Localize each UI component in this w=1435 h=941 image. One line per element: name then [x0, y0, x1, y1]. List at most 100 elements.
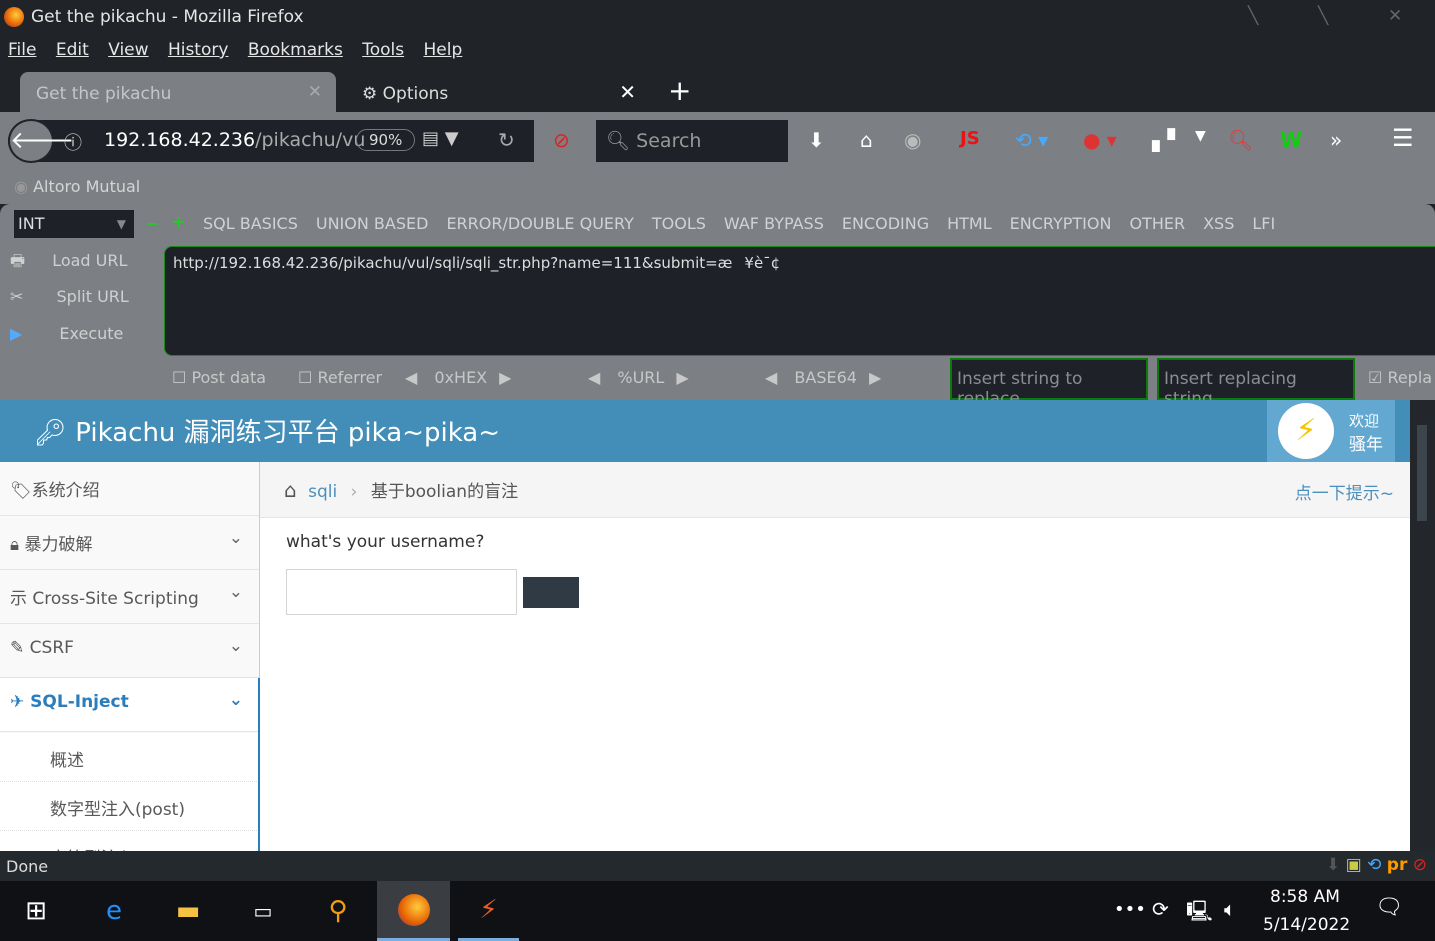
url-converter[interactable]: ◀ %URL ▶ [588, 368, 689, 387]
info-icon[interactable]: ⓘ [64, 129, 82, 155]
key-icon: 🔑︎ [34, 418, 68, 448]
clock-time[interactable]: 8:58 AM [1270, 887, 1340, 907]
tray-app-icon[interactable]: ⟳ [1152, 897, 1169, 921]
base64-converter[interactable]: ◀ BASE64 ▶ [765, 368, 881, 387]
navigation-toolbar: 🡐 ⓘ 192.168.42.236/pikachu/vu 90% ▤ ▼ ↻ … [0, 112, 1435, 204]
replace-string-input[interactable]: Insert string to replace [950, 358, 1148, 409]
search-input[interactable]: 🔍︎ Search [596, 120, 788, 162]
sidebar-item-xss[interactable]: ⽰ Cross-Site Scripting ⌄ [0, 570, 259, 624]
menu-union-based[interactable]: UNION BASED [316, 214, 429, 233]
search-app-icon[interactable]: ⚲ [308, 881, 368, 941]
submit-button[interactable]: 查询 [523, 577, 579, 608]
hackbar-url-textarea[interactable]: http://192.168.42.236/pikachu/vul/sqli/s… [164, 246, 1435, 356]
referrer-checkbox[interactable]: ☐ Referrer [298, 368, 382, 387]
globe-addon-icon[interactable]: ◉ [904, 128, 921, 152]
file-explorer-icon[interactable]: ▬ [158, 881, 218, 941]
shield-w-icon[interactable]: W [1280, 128, 1302, 152]
sidebar-item-intro[interactable]: 🏷︎系统介绍 [0, 462, 259, 516]
menu-encoding[interactable]: ENCODING [842, 214, 929, 233]
sidebar-item-brute-force[interactable]: 🔒︎ 暴力破解 ⌄ [0, 516, 259, 570]
reload-button[interactable]: ↻ [498, 128, 515, 152]
home-icon[interactable]: ⌂ [284, 478, 297, 502]
firefox-taskbar-icon[interactable] [377, 881, 450, 941]
download-icon[interactable]: ⬇ [808, 128, 825, 152]
tab-options[interactable]: ⚙ Options ✕ [346, 72, 646, 112]
red-addon-icon[interactable]: ● ▾ [1083, 128, 1117, 152]
breadcrumb-sqli[interactable]: sqli [308, 482, 337, 502]
scissors-icon: ✂ [10, 287, 24, 306]
more-tray-icon[interactable]: ••• [1114, 899, 1146, 920]
home-icon[interactable]: ⌂ [860, 128, 873, 152]
dropdown-icon[interactable]: ▼ [1195, 128, 1206, 144]
network-icon[interactable]: 🖳︎ [1186, 897, 1213, 931]
burp-icon[interactable]: ⚡ [458, 881, 519, 941]
menu-tools[interactable]: Tools [362, 40, 404, 60]
tab-get-the-pikachu[interactable]: Get the pikachu ✕ [20, 72, 336, 112]
minus-icon[interactable]: − [146, 214, 159, 233]
clock-date[interactable]: 5/14/2022 [1263, 915, 1350, 935]
menu-help[interactable]: Help [424, 40, 463, 60]
hackbar-select[interactable]: INT ▼ [14, 210, 134, 238]
server-icon[interactable]: ▤ ▼ [422, 128, 459, 149]
status-addon-icons[interactable]: ⬇ ▣ ⟲ pr ⊘ [1326, 855, 1427, 875]
submenu-item-numeric-post[interactable]: 数字型注入(post) [0, 782, 259, 831]
back-button[interactable]: 🡐 [8, 119, 74, 163]
hint-link[interactable]: 点一下提示~ [1295, 479, 1394, 504]
load-url-button[interactable]: 🖶 Load URL [10, 250, 127, 277]
menu-waf-bypass[interactable]: WAF BYPASS [724, 214, 824, 233]
username-text: 骚年 [1349, 435, 1383, 455]
username-input[interactable] [286, 569, 517, 615]
menu-other[interactable]: OTHER [1129, 214, 1185, 233]
bar-addon-icon[interactable]: ▖▘ [1152, 128, 1183, 152]
menu-sql-basics[interactable]: SQL BASICS [203, 214, 298, 233]
submenu-item-overview[interactable]: 概述 [0, 733, 259, 782]
edge-icon[interactable]: e [84, 881, 144, 941]
post-data-checkbox[interactable]: ☐ Post data [172, 368, 266, 387]
menu-view[interactable]: View [108, 40, 148, 60]
menu-lfi[interactable]: LFI [1252, 214, 1275, 233]
search-h-addon-icon[interactable]: 🔍︎ [1228, 128, 1253, 152]
replacing-string-input[interactable]: Insert replacing string [1157, 358, 1355, 409]
menu-error-double-query[interactable]: ERROR/DOUBLE QUERY [446, 214, 633, 233]
sync-addon-icon[interactable]: ⟲ ▾ [1015, 128, 1048, 152]
hex-converter[interactable]: ◀ 0xHEX ▶ [405, 368, 511, 387]
close-tab-icon[interactable]: ✕ [619, 80, 636, 104]
volume-icon[interactable]: 🔈︎ [1224, 897, 1236, 921]
noscript-icon[interactable]: ⊘ [553, 128, 570, 152]
menu-bookmarks[interactable]: Bookmarks [248, 40, 343, 60]
close-tab-icon[interactable]: ✕ [308, 82, 322, 102]
terminal-icon[interactable]: ▭ [233, 881, 293, 941]
zoom-level[interactable]: 90% [356, 129, 416, 151]
page-scrollbar[interactable] [1410, 400, 1435, 851]
execute-button[interactable]: ▶ Execute [10, 324, 123, 343]
new-tab-button[interactable]: + [668, 74, 691, 107]
maximize-button[interactable]: ╲ [1318, 6, 1328, 26]
breadcrumb: ⌂ sqli › 基于boolian的盲注 点一下提示~ [260, 462, 1410, 518]
url-bar[interactable]: 🡐 ⓘ 192.168.42.236/pikachu/vu 90% ▤ ▼ ↻ [8, 119, 534, 163]
close-window-button[interactable]: ✕ [1388, 6, 1402, 26]
user-info[interactable]: ⚡ 欢迎 骚年 [1267, 400, 1395, 462]
menu-history[interactable]: History [168, 40, 228, 60]
minimize-button[interactable]: ╲ [1248, 6, 1258, 26]
sidebar-item-csrf[interactable]: ✎ CSRF ⌄ [0, 624, 259, 678]
avatar: ⚡ [1278, 403, 1334, 459]
hamburger-menu-icon[interactable]: ☰ [1392, 124, 1414, 152]
menu-tools[interactable]: TOOLS [652, 214, 706, 233]
hackbar-menus: SQL BASICS UNION BASED ERROR/DOUBLE QUER… [203, 214, 1275, 233]
bookmark-altoro-mutual[interactable]: ◉ Altoro Mutual [14, 177, 140, 196]
menu-encryption[interactable]: ENCRYPTION [1010, 214, 1112, 233]
start-button[interactable]: ⊞ [6, 881, 66, 941]
menu-xss[interactable]: XSS [1203, 214, 1234, 233]
welcome-text: 欢迎 [1349, 412, 1380, 430]
js-addon-icon[interactable]: JS [960, 128, 980, 149]
overflow-icon[interactable]: » [1330, 128, 1342, 152]
menu-html[interactable]: HTML [947, 214, 992, 233]
menu-file[interactable]: File [8, 40, 36, 60]
split-url-button[interactable]: ✂ Split URL [10, 287, 129, 306]
notifications-icon[interactable]: 🗨︎ [1375, 895, 1403, 920]
title-bar: Get the pikachu - Mozilla Firefox ╲ ╲ ✕ [0, 0, 1435, 36]
plus-icon[interactable]: + [172, 212, 185, 231]
replace-all-checkbox[interactable]: ☑ Repla [1368, 368, 1432, 387]
menu-edit[interactable]: Edit [56, 40, 89, 60]
sidebar-item-sql-inject[interactable]: ✈ SQL-Inject ⌄ [0, 678, 259, 732]
